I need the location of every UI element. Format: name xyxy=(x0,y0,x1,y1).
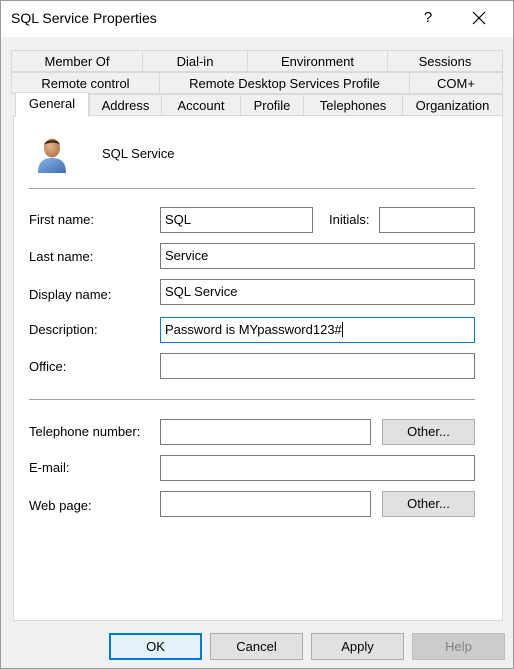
office-label: Office: xyxy=(29,359,67,374)
web-page-field[interactable] xyxy=(160,491,371,517)
properties-dialog: SQL Service Properties ? Member Of Dial-… xyxy=(0,0,514,669)
tab-organization[interactable]: Organization xyxy=(402,94,503,116)
initials-field[interactable] xyxy=(379,207,475,233)
display-name-label: Display name: xyxy=(29,287,112,302)
description-field[interactable]: Password is MYpassword123# xyxy=(160,317,475,343)
general-tab-panel: SQL Service First name: SQL Initials: La… xyxy=(13,115,503,621)
tab-remote-control[interactable]: Remote control xyxy=(11,72,160,94)
office-field[interactable] xyxy=(160,353,475,379)
tab-general[interactable]: General xyxy=(15,92,89,117)
tab-sessions[interactable]: Sessions xyxy=(387,50,503,72)
tab-remote-desktop-services-profile[interactable]: Remote Desktop Services Profile xyxy=(159,72,410,94)
web-page-label: Web page: xyxy=(29,498,92,513)
help-title-button[interactable]: ? xyxy=(415,5,441,31)
web-page-other-button[interactable]: Other... xyxy=(382,491,475,517)
tab-address[interactable]: Address xyxy=(89,94,162,116)
email-label: E-mail: xyxy=(29,460,70,475)
telephone-field[interactable] xyxy=(160,419,371,445)
ok-button[interactable]: OK xyxy=(109,633,202,660)
tab-environment[interactable]: Environment xyxy=(247,50,388,72)
close-button[interactable] xyxy=(471,10,487,26)
user-avatar-icon xyxy=(38,138,66,173)
last-name-field[interactable]: Service xyxy=(160,243,475,269)
tab-dial-in[interactable]: Dial-in xyxy=(142,50,248,72)
text-caret xyxy=(341,322,343,337)
tab-profile[interactable]: Profile xyxy=(240,94,304,116)
telephone-label: Telephone number: xyxy=(29,424,141,439)
separator-top xyxy=(29,188,475,189)
separator-middle xyxy=(29,399,475,400)
tab-member-of[interactable]: Member Of xyxy=(11,50,143,72)
account-display-name: SQL Service xyxy=(102,146,175,161)
window-title: SQL Service Properties xyxy=(11,10,157,26)
tab-account[interactable]: Account xyxy=(161,94,241,116)
tab-strip: Member Of Dial-in Environment Sessions R… xyxy=(1,37,513,117)
close-icon xyxy=(472,11,486,25)
first-name-label: First name: xyxy=(29,212,95,227)
tab-com-plus[interactable]: COM+ xyxy=(409,72,503,94)
description-value: Password is MYpassword123# xyxy=(165,322,342,337)
description-label: Description: xyxy=(29,322,98,337)
display-name-field[interactable]: SQL Service xyxy=(160,279,475,305)
initials-label: Initials: xyxy=(329,212,370,227)
apply-button[interactable]: Apply xyxy=(311,633,404,660)
help-button[interactable]: Help xyxy=(412,633,505,660)
email-field[interactable] xyxy=(160,455,475,481)
last-name-label: Last name: xyxy=(29,249,94,264)
first-name-field[interactable]: SQL xyxy=(160,207,313,233)
title-bar: SQL Service Properties ? xyxy=(1,1,513,37)
cancel-button[interactable]: Cancel xyxy=(210,633,303,660)
telephone-other-button[interactable]: Other... xyxy=(382,419,475,445)
avatar xyxy=(34,136,70,174)
tab-telephones[interactable]: Telephones xyxy=(303,94,403,116)
